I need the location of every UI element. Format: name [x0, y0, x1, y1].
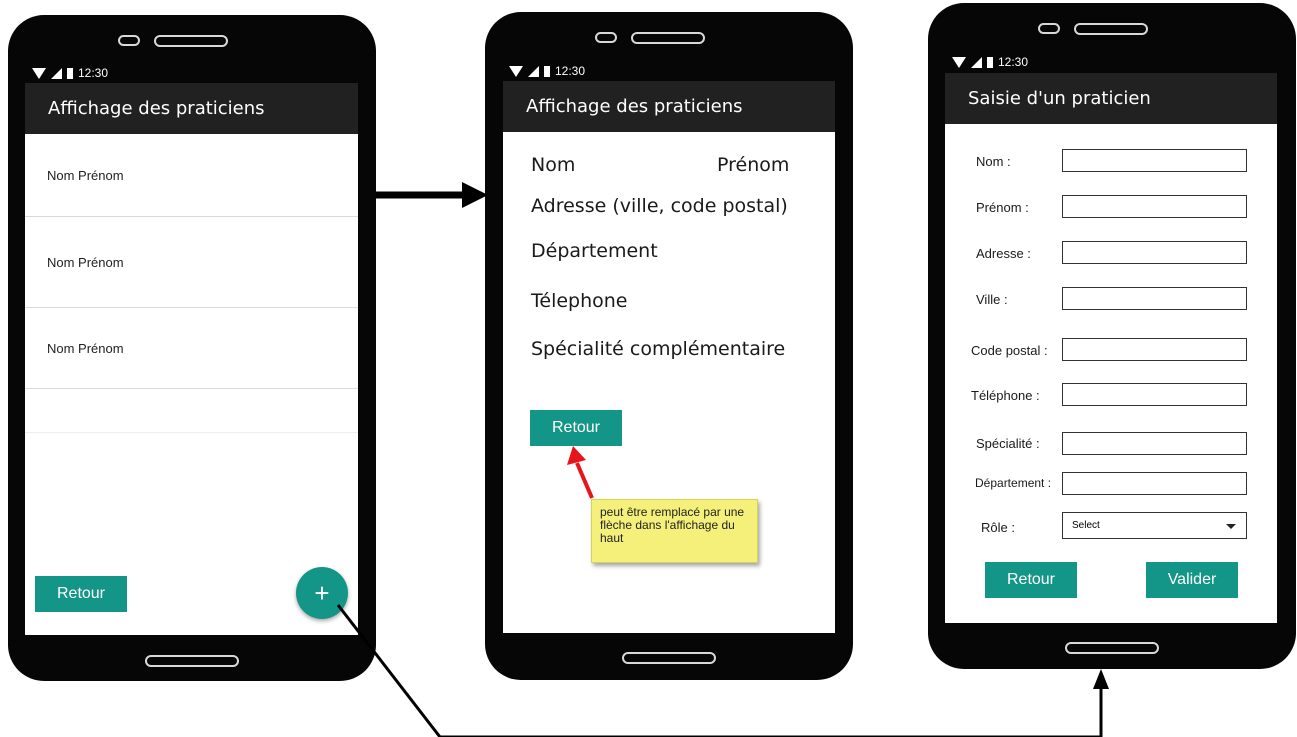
flow-arrows	[336, 182, 1109, 737]
annotation-arrow	[575, 462, 594, 499]
arrow-head-right	[462, 182, 488, 208]
arrow-head-up	[1093, 669, 1109, 689]
annotation-arrow-head	[567, 446, 586, 465]
flow-arrow-fab-down	[336, 604, 442, 737]
